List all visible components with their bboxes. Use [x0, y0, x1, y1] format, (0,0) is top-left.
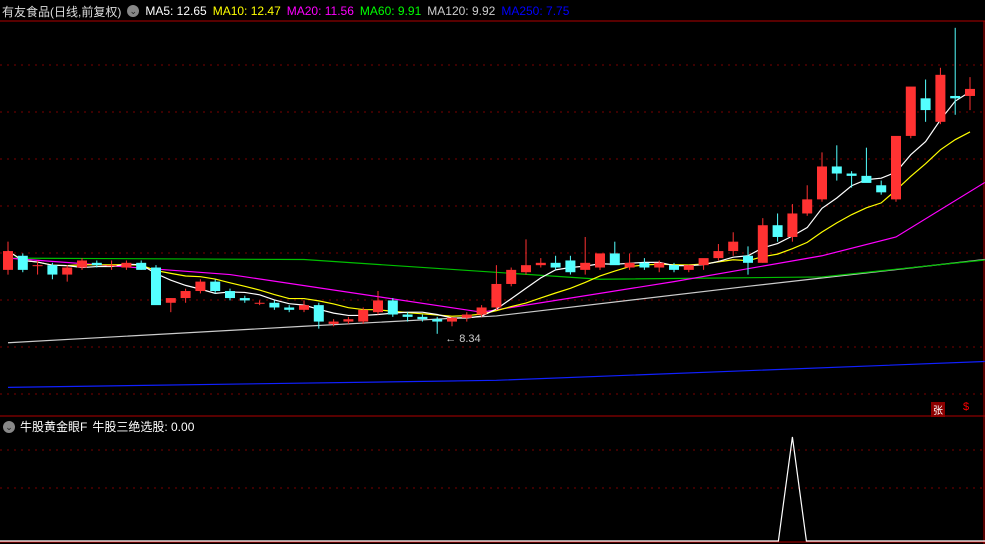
- candle-down: [876, 185, 887, 193]
- candle-up: [817, 166, 827, 200]
- candle-down: [432, 319, 443, 322]
- candle-down: [772, 225, 783, 237]
- candle-up: [299, 305, 309, 310]
- dropdown-icon[interactable]: ⌄: [127, 5, 140, 17]
- candle-up: [891, 135, 901, 200]
- candle-up: [447, 317, 457, 322]
- candle-down: [210, 281, 221, 292]
- candle-down: [284, 307, 295, 310]
- candle-down: [920, 98, 931, 111]
- candle-down: [861, 175, 872, 183]
- price-chart: ← 8.34: [0, 20, 985, 544]
- indicator-name: 牛股黄金眼F: [20, 420, 88, 434]
- candle-up: [580, 262, 591, 270]
- candle-up: [77, 260, 87, 268]
- candle-up: [121, 262, 132, 268]
- candle-up: [358, 309, 369, 322]
- candle-down: [669, 265, 679, 270]
- candle-up: [254, 302, 265, 304]
- ma250-label: MA250: 7.75: [501, 4, 570, 18]
- candle-up: [595, 253, 605, 268]
- candle-up: [787, 213, 798, 237]
- ma20-label: MA20: 11.56: [286, 4, 354, 18]
- candle-up: [728, 241, 739, 252]
- candle-up: [802, 199, 813, 214]
- stock-title: 有友食品(日线,前复权): [2, 4, 122, 19]
- candle-down: [417, 316, 428, 320]
- candle-up: [654, 262, 665, 268]
- candle-down: [609, 253, 620, 266]
- indicator-header: ⌄ 牛股黄金眼F 牛股三绝选股: 0.00: [3, 418, 194, 435]
- candle-down: [846, 173, 857, 176]
- candle-up: [373, 300, 383, 313]
- candle-down: [136, 262, 147, 270]
- candle-up: [757, 225, 768, 263]
- candle-up: [624, 262, 635, 268]
- candle-up: [683, 265, 694, 270]
- candle-down: [313, 305, 324, 322]
- candle-up: [535, 262, 546, 266]
- candle-up: [343, 319, 354, 322]
- candle-down: [239, 298, 250, 301]
- candle-up: [935, 74, 946, 122]
- candle-down: [269, 302, 280, 308]
- candle-down: [639, 262, 650, 268]
- candle-up: [965, 88, 975, 96]
- candle-down: [831, 166, 842, 174]
- candle-up: [521, 265, 531, 273]
- chart-header: 有友食品(日线,前复权) ⌄ MA5: 12.65 MA10: 12.47 MA…: [0, 2, 569, 20]
- candle-up: [165, 298, 176, 303]
- candle-up: [491, 283, 502, 308]
- candle-down: [950, 95, 961, 99]
- candle-up: [713, 251, 724, 259]
- candle-up: [476, 307, 487, 315]
- zhang-badge[interactable]: 张: [931, 402, 945, 417]
- candle-down: [91, 262, 102, 266]
- indicator-line: [0, 436, 985, 542]
- ma120-label: MA120: 9.92: [427, 4, 496, 18]
- candle-down: [402, 314, 413, 317]
- candle-down: [17, 255, 28, 270]
- candle-up: [698, 258, 709, 266]
- ma5-label: MA5: 12.65: [145, 4, 207, 18]
- candle-up: [461, 314, 472, 318]
- ma250-line: [7, 360, 985, 388]
- candle-up: [32, 265, 43, 267]
- ma60-label: MA60: 9.91: [359, 4, 422, 18]
- indicator-value: 牛股三绝选股: 0.00: [92, 420, 195, 434]
- candle-down: [565, 260, 576, 273]
- candle-down: [550, 262, 561, 268]
- candle-up: [180, 291, 191, 299]
- candle-down: [225, 291, 235, 299]
- candle-up: [328, 321, 339, 324]
- candle-up: [3, 251, 13, 270]
- candle-up: [62, 267, 73, 275]
- ma10-label: MA10: 12.47: [212, 4, 281, 18]
- candle-down: [387, 300, 398, 315]
- candle-down: [47, 265, 58, 275]
- candle-up: [195, 281, 206, 292]
- low-price-label: ← 8.34: [445, 333, 480, 345]
- candle-down: [151, 267, 161, 306]
- candle-down: [743, 255, 753, 263]
- candle-up: [506, 269, 517, 284]
- candle-up: [905, 86, 916, 136]
- candle-up: [106, 265, 117, 267]
- dollar-badge[interactable]: $: [963, 401, 969, 413]
- dropdown-icon[interactable]: ⌄: [3, 420, 15, 433]
